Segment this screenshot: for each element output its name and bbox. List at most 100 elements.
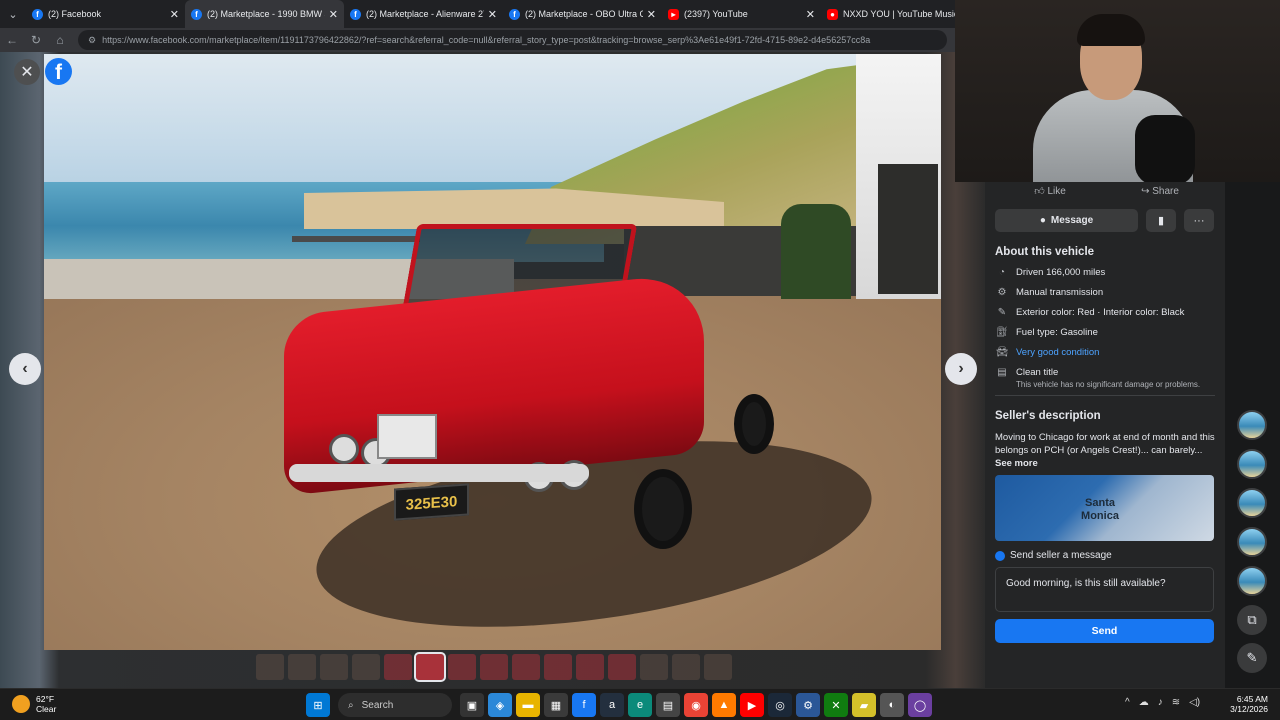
photo-thumbnail[interactable] — [672, 654, 700, 680]
message-button[interactable]: ● Message — [995, 209, 1138, 232]
photo-thumbnail[interactable] — [320, 654, 348, 680]
photo-thumbnail[interactable] — [512, 654, 540, 680]
photo-thumbnail[interactable] — [704, 654, 732, 680]
tab-close-icon[interactable]: ✕ — [170, 8, 179, 21]
car-icon: 🚘︎ — [995, 347, 1009, 358]
task-view-icon[interactable]: ▣ — [460, 693, 484, 717]
tab-facebook[interactable]: f (2) Facebook ✕ — [26, 0, 185, 28]
photo-thumbnail[interactable] — [352, 654, 380, 680]
map-city-label: Santa Monica — [1081, 497, 1119, 522]
see-all-contacts-button[interactable]: ⧉ — [1237, 605, 1267, 635]
notes-icon[interactable]: ▰ — [852, 693, 876, 717]
contact-avatar[interactable] — [1237, 410, 1267, 440]
see-more-link[interactable]: See more — [995, 458, 1038, 469]
back-icon[interactable]: ← — [0, 33, 24, 47]
clock-date: 3/12/2026 — [1230, 704, 1268, 714]
red-convertible-car: 325E30 — [269, 224, 774, 549]
facebook-app-icon[interactable]: f — [572, 693, 596, 717]
cloud-icon[interactable]: ☁ — [1139, 697, 1149, 708]
photo-thumbnail[interactable] — [384, 654, 412, 680]
photo-thumbnail[interactable] — [544, 654, 572, 680]
listing-sidebar: 👍︎ Like ↪ Share ● Message ▮ ··· About th… — [985, 182, 1225, 688]
more-options-button[interactable]: ··· — [1184, 209, 1214, 232]
about-vehicle-title: About this vehicle — [995, 246, 1095, 258]
tab-close-icon[interactable]: ✕ — [329, 8, 338, 21]
photo-thumbnail[interactable] — [288, 654, 316, 680]
message-input[interactable]: Good morning, is this still available? — [995, 567, 1214, 612]
photo-thumbnail[interactable] — [640, 654, 668, 680]
reload-icon[interactable]: ↻ — [24, 33, 48, 47]
site-info-icon[interactable]: ⚙ — [88, 35, 96, 46]
share-button[interactable]: ↪ Share — [1105, 186, 1215, 197]
wifi-icon[interactable]: ≋ — [1172, 697, 1180, 708]
amazon-icon[interactable]: a — [600, 693, 624, 717]
copilot-icon[interactable]: ◈ — [488, 693, 512, 717]
contact-avatar[interactable] — [1237, 488, 1267, 518]
photo-thumbnail[interactable] — [480, 654, 508, 680]
obs-icon[interactable]: ◐ — [880, 693, 904, 717]
contacts-rail: ⧉ ✎ — [1225, 182, 1280, 688]
youtube-app-icon[interactable]: ▶ — [740, 693, 764, 717]
system-clock[interactable]: 6:45 AM 3/12/2026 — [1222, 694, 1268, 714]
settings-app-icon[interactable]: ⚙ — [796, 693, 820, 717]
tab-label: (2) Marketplace - Alienware 27 AW — [366, 9, 484, 19]
tab-marketplace-alienware[interactable]: f (2) Marketplace - Alienware 27 AW ✕ — [344, 0, 503, 28]
send-button[interactable]: Send — [995, 619, 1214, 643]
photo-thumbnail[interactable] — [608, 654, 636, 680]
photo-viewer: 325E30 ✕ f ‹ › — [0, 52, 985, 688]
vlc-icon[interactable]: ▲ — [712, 693, 736, 717]
clean-title-sub: This vehicle has no significant damage o… — [1016, 380, 1201, 389]
send-seller-header: Send seller a message — [995, 550, 1215, 561]
tab-search-icon[interactable]: ⌄ — [0, 0, 26, 28]
chevron-up-icon[interactable]: ^ — [1125, 697, 1130, 708]
close-viewer-button[interactable]: ✕ — [14, 59, 40, 85]
tab-youtube[interactable]: ▸ (2397) YouTube ✕ — [662, 0, 821, 28]
calculator-icon[interactable]: ▤ — [656, 693, 680, 717]
location-map[interactable]: Santa Monica — [995, 475, 1214, 541]
photo-thumbnail[interactable] — [448, 654, 476, 680]
listing-actions: 👍︎ Like ↪ Share — [995, 182, 1215, 200]
file-explorer-icon[interactable]: ▬ — [516, 693, 540, 717]
next-photo-button[interactable]: › — [945, 353, 977, 385]
mic-icon[interactable]: ♪ — [1158, 697, 1163, 708]
windows-start-icon[interactable]: ⊞ — [306, 693, 330, 717]
save-button[interactable]: ▮ — [1146, 209, 1176, 232]
contact-avatar[interactable] — [1237, 566, 1267, 596]
tab-close-icon[interactable]: ✕ — [647, 8, 656, 21]
weather-widget[interactable]: 62°F Clear — [12, 694, 56, 714]
facebook-favicon-icon: f — [32, 8, 43, 20]
feature-color: ✎ Exterior color: Red · Interior color: … — [995, 307, 1215, 318]
tab-close-icon[interactable]: ✕ — [488, 8, 497, 21]
facebook-logo-icon[interactable]: f — [45, 58, 72, 85]
contact-avatar[interactable] — [1237, 449, 1267, 479]
photo-thumbnail[interactable] — [414, 652, 446, 682]
like-button[interactable]: 👍︎ Like — [995, 185, 1105, 197]
license-plate: 325E30 — [394, 483, 469, 521]
store-icon[interactable]: ▦ — [544, 693, 568, 717]
edge-icon[interactable]: e — [628, 693, 652, 717]
messenger-icon: ● — [1039, 215, 1046, 226]
contact-avatar[interactable] — [1237, 527, 1267, 557]
volume-icon[interactable]: ◁) — [1189, 697, 1200, 708]
condition-link[interactable]: Very good condition — [1016, 347, 1099, 358]
tab-marketplace-ultragear[interactable]: f (2) Marketplace - OBO Ultra Gear ✕ — [503, 0, 662, 28]
people-icon: ⧉ — [1247, 612, 1257, 627]
weather-sun-icon — [12, 695, 30, 713]
photo-thumbnail[interactable] — [576, 654, 604, 680]
search-icon: ⌕ — [348, 699, 354, 711]
share-icon: ↪ — [1141, 185, 1150, 197]
xbox-icon[interactable]: ✕ — [824, 693, 848, 717]
chrome-icon[interactable]: ◉ — [684, 693, 708, 717]
photo-thumbnail[interactable] — [256, 654, 284, 680]
new-message-button[interactable]: ✎ — [1237, 643, 1267, 673]
steam-icon[interactable]: ◎ — [768, 693, 792, 717]
taskbar-search[interactable]: ⌕ Search — [338, 693, 452, 717]
feature-fuel: ⛽︎ Fuel type: Gasoline — [995, 327, 1098, 338]
document-icon: ▤ — [997, 367, 1007, 378]
previous-photo-button[interactable]: ‹ — [9, 353, 41, 385]
url-field[interactable]: ⚙ https://www.facebook.com/marketplace/i… — [78, 30, 947, 50]
app-icon[interactable]: ◯ — [908, 693, 932, 717]
tab-close-icon[interactable]: ✕ — [806, 8, 815, 21]
home-icon[interactable]: ⌂ — [48, 33, 72, 47]
tab-marketplace-bmw[interactable]: f (2) Marketplace - 1990 BMW 325i ✕ — [185, 0, 344, 28]
